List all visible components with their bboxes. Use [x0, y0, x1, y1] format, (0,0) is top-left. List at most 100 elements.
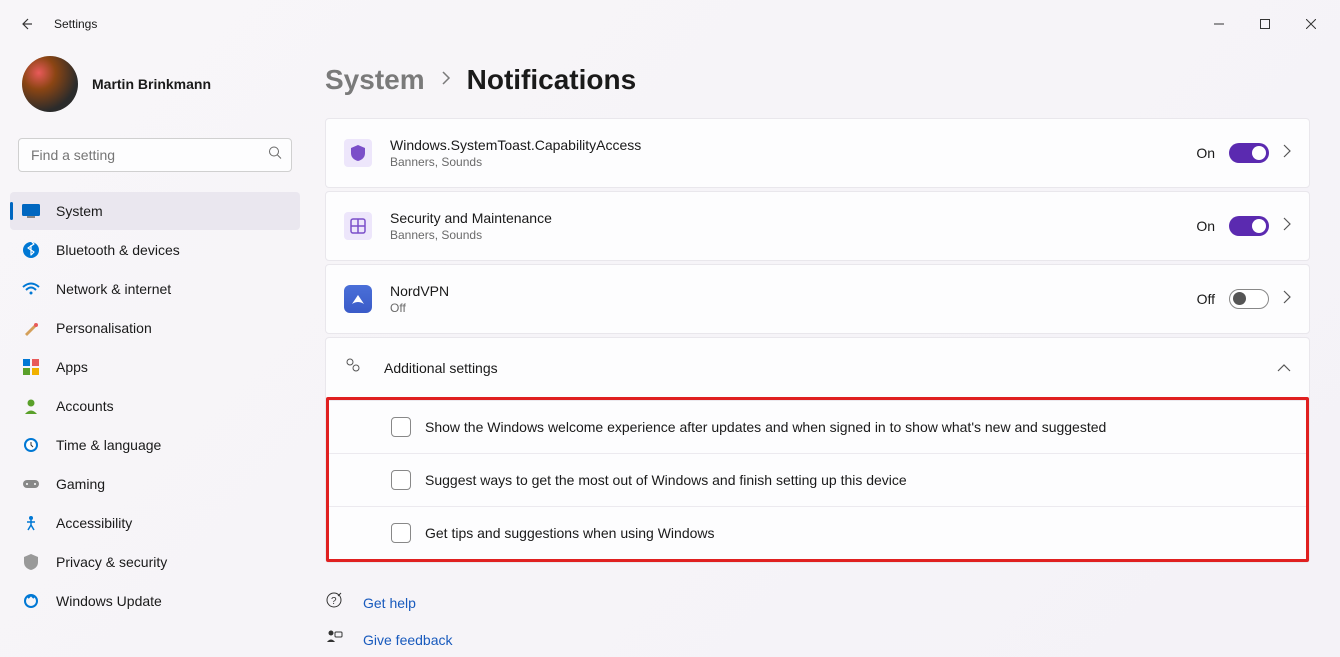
app-title: NordVPN [390, 283, 1197, 299]
window-controls [1196, 8, 1334, 40]
toggle-switch[interactable] [1229, 289, 1269, 309]
toggle-switch[interactable] [1229, 216, 1269, 236]
nav-network[interactable]: Network & internet [10, 270, 300, 308]
titlebar: Settings [0, 0, 1340, 48]
link-label: Get help [363, 595, 416, 611]
app-title: Security and Maintenance [390, 210, 1196, 226]
minimize-button[interactable] [1196, 8, 1242, 40]
search-wrap [18, 138, 292, 172]
main-content: System Notifications Windows.SystemToast… [310, 48, 1340, 657]
apps-icon [22, 358, 40, 376]
checkbox[interactable] [391, 523, 411, 543]
check-welcome[interactable]: Show the Windows welcome experience afte… [329, 400, 1306, 453]
nav-personalisation[interactable]: Personalisation [10, 309, 300, 347]
app-subtitle: Banners, Sounds [390, 155, 1196, 169]
checkbox[interactable] [391, 470, 411, 490]
check-tips[interactable]: Get tips and suggestions when using Wind… [329, 506, 1306, 559]
avatar [22, 56, 78, 112]
breadcrumb-current: Notifications [467, 64, 637, 96]
toggle-switch[interactable] [1229, 143, 1269, 163]
nav-update[interactable]: Windows Update [10, 582, 300, 620]
nav-label: Privacy & security [56, 554, 167, 570]
update-icon [22, 592, 40, 610]
close-button[interactable] [1288, 8, 1334, 40]
chevron-right-icon [1283, 144, 1291, 163]
chevron-right-icon [1283, 290, 1291, 309]
username: Martin Brinkmann [92, 76, 211, 92]
nav-accounts[interactable]: Accounts [10, 387, 300, 425]
checkbox[interactable] [391, 417, 411, 437]
nav-label: Time & language [56, 437, 161, 453]
shield-icon [22, 553, 40, 571]
nav-label: Gaming [56, 476, 105, 492]
nav-apps[interactable]: Apps [10, 348, 300, 386]
person-icon [22, 397, 40, 415]
link-label: Give feedback [363, 632, 453, 648]
get-help-link[interactable]: ? Get help [325, 591, 1310, 614]
toggle-label: Off [1197, 291, 1215, 307]
nav-label: Accounts [56, 398, 114, 414]
footer-links: ? Get help Give feedback [325, 591, 1310, 651]
arrow-left-icon [18, 16, 34, 32]
nav-accessibility[interactable]: Accessibility [10, 504, 300, 542]
expand-header[interactable]: Additional settings [326, 338, 1309, 397]
check-suggest[interactable]: Suggest ways to get the most out of Wind… [329, 453, 1306, 506]
nav-label: Windows Update [56, 593, 162, 609]
highlight-box: Show the Windows welcome experience afte… [326, 397, 1309, 562]
gamepad-icon [22, 475, 40, 493]
monitor-icon [22, 202, 40, 220]
help-icon: ? [325, 591, 345, 614]
app-row-security[interactable]: Security and Maintenance Banners, Sounds… [325, 191, 1310, 261]
checkbox-label: Get tips and suggestions when using Wind… [425, 525, 715, 541]
app-row-nordvpn[interactable]: NordVPN Off Off [325, 264, 1310, 334]
chevron-up-icon [1277, 359, 1291, 377]
app-row-capability[interactable]: Windows.SystemToast.CapabilityAccess Ban… [325, 118, 1310, 188]
sidebar: Martin Brinkmann System Bluetooth & devi… [0, 48, 310, 657]
nav-label: Network & internet [56, 281, 171, 297]
expand-title: Additional settings [384, 360, 1277, 376]
toggle-label: On [1196, 218, 1215, 234]
maximize-icon [1260, 19, 1270, 29]
breadcrumb: System Notifications [325, 64, 1310, 96]
app-title: Windows.SystemToast.CapabilityAccess [390, 137, 1196, 153]
nav-label: Apps [56, 359, 88, 375]
nav-label: Personalisation [56, 320, 152, 336]
nav-label: Accessibility [56, 515, 132, 531]
nav-system[interactable]: System [10, 192, 300, 230]
nordvpn-app-icon [344, 285, 372, 313]
grid-app-icon [344, 212, 372, 240]
search-icon [268, 146, 282, 165]
checkbox-label: Show the Windows welcome experience afte… [425, 419, 1106, 435]
additional-settings: Additional settings Show the Windows wel… [325, 337, 1310, 563]
search-input[interactable] [18, 138, 292, 172]
gears-icon [344, 356, 364, 379]
feedback-icon [325, 628, 345, 651]
back-button[interactable] [6, 4, 46, 44]
app-subtitle: Off [390, 301, 1197, 315]
bluetooth-icon [22, 241, 40, 259]
nav-privacy[interactable]: Privacy & security [10, 543, 300, 581]
shield-app-icon [344, 139, 372, 167]
breadcrumb-parent[interactable]: System [325, 64, 425, 96]
svg-text:?: ? [331, 596, 337, 607]
nav-label: System [56, 203, 103, 219]
wifi-icon [22, 280, 40, 298]
nav-label: Bluetooth & devices [56, 242, 180, 258]
nav-list: System Bluetooth & devices Network & int… [10, 192, 300, 620]
checkbox-label: Suggest ways to get the most out of Wind… [425, 472, 907, 488]
app-subtitle: Banners, Sounds [390, 228, 1196, 242]
window-title: Settings [54, 17, 97, 31]
minimize-icon [1214, 19, 1224, 29]
maximize-button[interactable] [1242, 8, 1288, 40]
chevron-right-icon [1283, 217, 1291, 236]
nav-time[interactable]: Time & language [10, 426, 300, 464]
close-icon [1306, 19, 1316, 29]
profile[interactable]: Martin Brinkmann [10, 48, 300, 120]
clock-icon [22, 436, 40, 454]
nav-gaming[interactable]: Gaming [10, 465, 300, 503]
accessibility-icon [22, 514, 40, 532]
chevron-right-icon [441, 70, 451, 91]
give-feedback-link[interactable]: Give feedback [325, 628, 1310, 651]
toggle-label: On [1196, 145, 1215, 161]
nav-bluetooth[interactable]: Bluetooth & devices [10, 231, 300, 269]
